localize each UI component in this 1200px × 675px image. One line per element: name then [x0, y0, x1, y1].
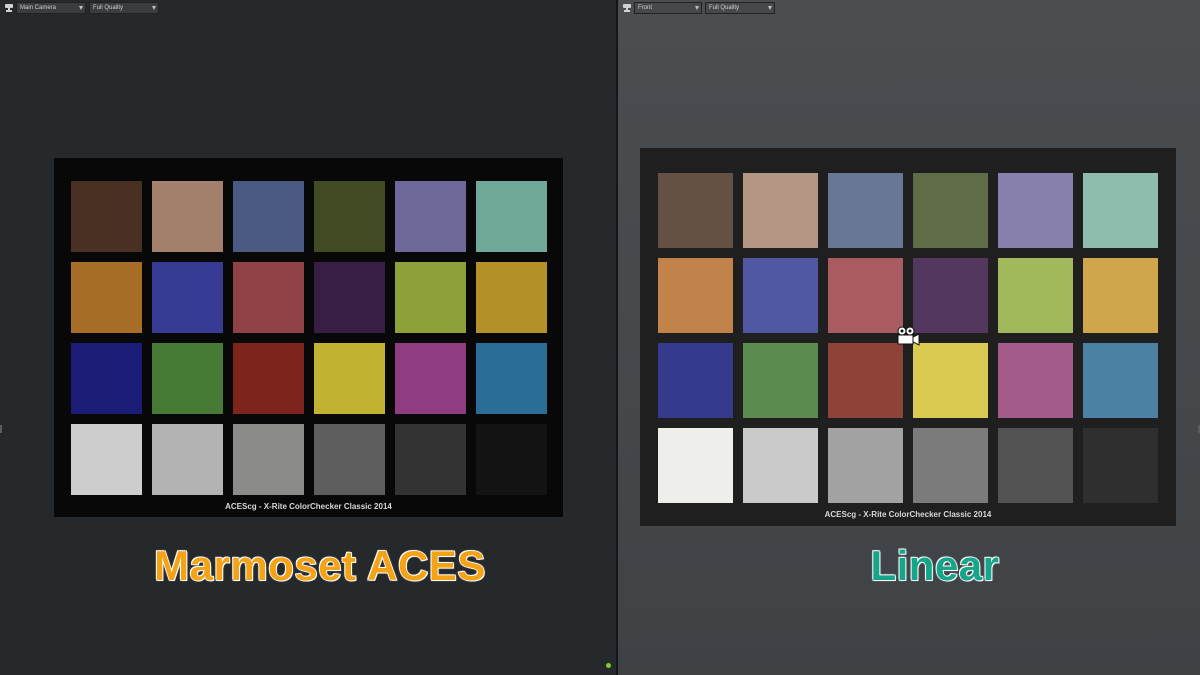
viewport-controls [608, 2, 614, 14]
color-patch [913, 258, 988, 333]
quality-select[interactable]: Full Quality [89, 2, 159, 14]
color-patch [828, 258, 903, 333]
color-patch [658, 428, 733, 503]
viewport-toolbar: Front Full Quality [620, 2, 1198, 14]
color-patch [152, 343, 223, 414]
camera-icon[interactable] [622, 3, 632, 13]
camera-select[interactable]: Main Camera [16, 2, 86, 14]
color-patch [1083, 258, 1158, 333]
color-patch [314, 424, 385, 495]
color-patch [828, 428, 903, 503]
color-patch [395, 181, 466, 252]
color-patch [743, 258, 818, 333]
color-patch [71, 424, 142, 495]
color-patch [233, 424, 304, 495]
color-patch [998, 343, 1073, 418]
camera-icon[interactable] [4, 3, 14, 13]
camera-select[interactable]: Front [634, 2, 702, 14]
color-patch [1083, 173, 1158, 248]
label-linear: Linear [870, 541, 1000, 590]
camera-gizmo-icon[interactable] [896, 326, 920, 346]
label-marmoset-aces: Marmoset ACES [153, 541, 486, 590]
chevron-down-icon [695, 6, 699, 10]
color-patch [913, 428, 988, 503]
chevron-down-icon [768, 6, 772, 10]
checker-caption: ACEScg - X-Rite ColorChecker Classic 201… [225, 502, 392, 511]
color-patch [71, 262, 142, 333]
color-patch [1083, 343, 1158, 418]
color-patch [828, 173, 903, 248]
color-patch [314, 343, 385, 414]
quality-select-value: Full Quality [93, 5, 124, 11]
color-patch [743, 428, 818, 503]
color-patch [913, 173, 988, 248]
quality-select-value: Full Quality [709, 5, 740, 11]
color-patch [71, 181, 142, 252]
viewport-controls [1192, 2, 1198, 14]
color-patch [152, 262, 223, 333]
color-patch [152, 181, 223, 252]
color-patch [998, 428, 1073, 503]
color-patch [395, 343, 466, 414]
color-patch [395, 262, 466, 333]
color-patch [314, 181, 385, 252]
color-patch [1083, 428, 1158, 503]
checker-caption: ACEScg - X-Rite ColorChecker Classic 201… [824, 510, 992, 519]
color-patch [233, 262, 304, 333]
color-patch [998, 258, 1073, 333]
color-patch [395, 424, 466, 495]
camera-select-value: Front [638, 5, 653, 11]
color-patch [476, 181, 547, 252]
color-patch [743, 173, 818, 248]
color-patch [658, 173, 733, 248]
color-patch [658, 343, 733, 418]
color-checker-left: ACEScg - X-Rite ColorChecker Classic 201… [54, 158, 563, 517]
color-patch [71, 343, 142, 414]
color-patch [476, 343, 547, 414]
panel-edge-handle[interactable] [0, 425, 2, 433]
color-patch [743, 343, 818, 418]
color-patch [913, 343, 988, 418]
quality-select[interactable]: Full Quality [705, 2, 775, 14]
camera-select-value: Main Camera [20, 5, 57, 11]
chevron-down-icon [79, 6, 83, 10]
color-patch [476, 262, 547, 333]
color-patch [152, 424, 223, 495]
color-patch [828, 343, 903, 418]
color-patch [476, 424, 547, 495]
viewport-toolbar: Main Camera Full Quality [2, 2, 614, 14]
color-patch [314, 262, 385, 333]
color-patch [233, 181, 304, 252]
status-indicator [606, 663, 611, 668]
color-patch [998, 173, 1073, 248]
color-patch [658, 258, 733, 333]
chevron-down-icon [152, 6, 156, 10]
color-patch [233, 343, 304, 414]
